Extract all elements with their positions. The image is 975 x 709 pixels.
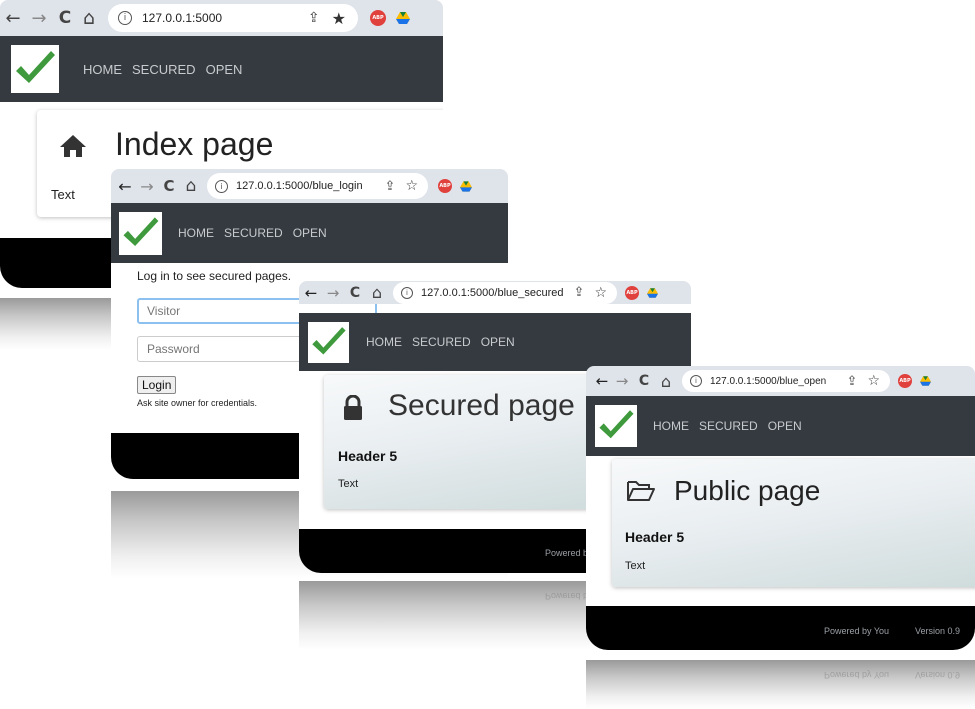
adblock-icon[interactable]: ABP (625, 285, 639, 300)
site-navbar: HOME SECURED OPEN (0, 36, 443, 102)
share-icon[interactable]: ⇪ (574, 285, 585, 300)
home-button[interactable]: ⌂ (181, 176, 201, 196)
site-navbar: HOME SECURED OPEN (111, 203, 508, 263)
nav-link-home[interactable]: HOME (366, 335, 402, 349)
home-button[interactable]: ⌂ (78, 7, 100, 29)
header-5: Header 5 (338, 448, 398, 464)
logo-check-icon[interactable] (308, 321, 349, 363)
browser-toolbar: ← → C ⌂ i 127.0.0.1:5000/blue_login ⇪ ☆ … (111, 169, 508, 203)
adblock-icon[interactable]: ABP (370, 10, 386, 26)
body-text: Text (625, 560, 646, 572)
nav-link-open[interactable]: OPEN (768, 419, 802, 433)
reload-button[interactable]: C (345, 285, 365, 301)
google-drive-icon[interactable] (920, 376, 931, 386)
url-text[interactable]: 127.0.0.1:5000 (142, 11, 222, 25)
page-title: Public page (674, 475, 821, 506)
reload-button[interactable]: C (634, 373, 654, 389)
reload-button[interactable]: C (159, 177, 179, 195)
forward-button[interactable]: → (612, 372, 632, 390)
nav-link-secured[interactable]: SECURED (699, 419, 758, 433)
nav-link-home[interactable]: HOME (653, 419, 689, 433)
logo-check-icon[interactable] (119, 211, 162, 255)
nav-link-secured[interactable]: SECURED (412, 335, 471, 349)
info-icon[interactable]: i (215, 179, 228, 193)
url-text[interactable]: 127.0.0.1:5000/blue_open (710, 376, 826, 387)
lock-icon (342, 394, 364, 426)
nav-link-home[interactable]: HOME (178, 226, 214, 240)
star-icon[interactable]: ★ (332, 9, 346, 28)
browser-toolbar: ← → C ⌂ i 127.0.0.1:5000/blue_secured ⇪ … (299, 281, 691, 304)
address-bar[interactable]: i 127.0.0.1:5000/blue_open ⇪ ☆ (682, 370, 890, 392)
info-icon[interactable]: i (118, 11, 132, 25)
body-text: Text (51, 187, 75, 202)
page-title: Secured page (388, 389, 575, 422)
address-bar[interactable]: i 127.0.0.1:5000/blue_login ⇪ ☆ (207, 173, 428, 199)
nav-link-secured[interactable]: SECURED (224, 226, 283, 240)
google-drive-icon[interactable] (396, 12, 410, 24)
logo-check-icon[interactable] (11, 45, 59, 93)
forward-button[interactable]: → (323, 284, 343, 302)
google-drive-icon[interactable] (460, 180, 472, 192)
login-hint: Ask site owner for credentials. (137, 398, 258, 408)
info-icon[interactable]: i (401, 286, 413, 299)
home-button[interactable]: ⌂ (656, 372, 676, 391)
login-button[interactable]: Login (137, 376, 177, 394)
forward-button[interactable]: → (28, 8, 50, 29)
header-5: Header 5 (625, 529, 685, 545)
reload-button[interactable]: C (54, 8, 76, 28)
share-icon[interactable]: ⇪ (308, 10, 320, 26)
info-icon[interactable]: i (690, 375, 702, 387)
login-intro: Log in to see secured pages. (137, 269, 292, 283)
home-button[interactable]: ⌂ (367, 283, 387, 302)
url-text[interactable]: 127.0.0.1:5000/blue_login (236, 180, 363, 192)
adblock-icon[interactable]: ABP (438, 179, 452, 193)
browser-window-open: ← → C ⌂ i 127.0.0.1:5000/blue_open ⇪ ☆ A… (586, 366, 975, 709)
nav-link-open[interactable]: OPEN (293, 226, 327, 240)
address-bar[interactable]: i 127.0.0.1:5000 ⇪ ★ (108, 4, 358, 32)
url-text[interactable]: 127.0.0.1:5000/blue_secured (421, 287, 564, 299)
back-button[interactable]: ← (301, 284, 321, 302)
star-outline-icon[interactable]: ☆ (867, 373, 880, 389)
folder-open-icon (626, 479, 656, 508)
site-navbar: HOME SECURED OPEN (299, 313, 691, 371)
site-footer: Powered by You Version 0.9 (586, 606, 975, 650)
page-title: Index page (115, 126, 274, 162)
star-outline-icon[interactable]: ☆ (405, 178, 418, 194)
share-icon[interactable]: ⇪ (847, 374, 858, 389)
adblock-icon[interactable]: ABP (898, 374, 912, 388)
footer-reflection-version: Version 0.9 (915, 670, 961, 680)
footer-reflection: Powered by You Version 0.9 (586, 660, 975, 709)
forward-button[interactable]: → (137, 177, 157, 196)
browser-toolbar: ← → C ⌂ i 127.0.0.1:5000/blue_open ⇪ ☆ A… (586, 366, 975, 396)
back-button[interactable]: ← (2, 8, 24, 29)
logo-check-icon[interactable] (595, 405, 637, 447)
nav-link-secured[interactable]: SECURED (132, 62, 196, 77)
secured-card: Secured page Header 5 Text (324, 375, 624, 509)
site-navbar: HOME SECURED OPEN (586, 396, 975, 456)
share-icon[interactable]: ⇪ (385, 179, 396, 194)
public-card: Public page Header 5 Text (612, 459, 975, 587)
nav-link-open[interactable]: OPEN (206, 62, 243, 77)
nav-link-home[interactable]: HOME (83, 62, 122, 77)
home-icon (59, 134, 87, 163)
browser-toolbar: ← → C ⌂ i 127.0.0.1:5000 ⇪ ★ ABP (0, 0, 443, 36)
footer-version: Version 0.9 (915, 626, 961, 636)
back-button[interactable]: ← (115, 177, 135, 196)
footer-reflection-text: Powered by You (824, 670, 890, 680)
star-outline-icon[interactable]: ☆ (594, 285, 607, 301)
back-button[interactable]: ← (592, 372, 612, 390)
footer-powered: Powered by You (824, 626, 890, 636)
body-text: Text (338, 478, 359, 490)
address-bar[interactable]: i 127.0.0.1:5000/blue_secured ⇪ ☆ (393, 281, 617, 304)
nav-link-open[interactable]: OPEN (481, 335, 515, 349)
google-drive-icon[interactable] (647, 287, 658, 298)
